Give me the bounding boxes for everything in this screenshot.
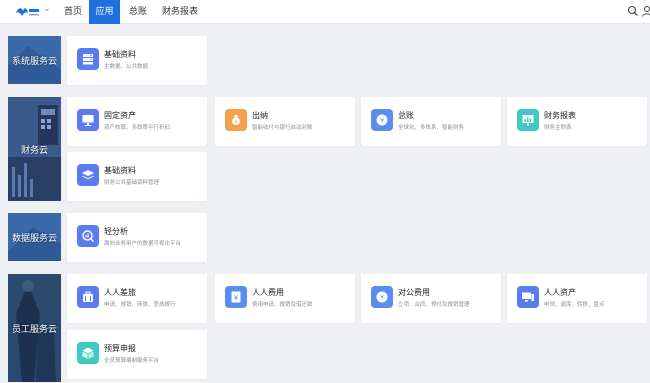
app-card-corporate-expense[interactable]: ¥ 对公费用 立项、合同、预付及报销管理 [361,274,501,323]
card-title: 财务报表 [544,111,576,120]
category-label: 员工服务云 [11,324,57,335]
card-description: 智能收付与银行自动对账 [252,125,313,131]
nav-ledger[interactable]: 总账 [123,0,153,24]
card-description: 全球化、多体系、智能财务 [398,125,465,131]
card-description: 面向业务用户的数据可视化平台 [104,241,182,247]
chart-search-icon [77,225,99,247]
card-description: 费用申请、报销及借还款 [252,302,313,308]
corporate-icon: ¥ [371,286,393,308]
card-title: 人人费用 [252,288,284,297]
app-card-assets[interactable]: 人人资产 申领、退库、转移、盘点 [507,274,647,323]
nav-home[interactable]: 首页 [58,0,88,24]
report-icon [517,109,539,131]
chevron-down-icon[interactable]: ⌄ [43,4,51,14]
screen-icon [517,286,539,308]
card-description: 财务主附表 [544,125,572,131]
nav-reports[interactable]: 财务报表 [156,0,204,24]
card-description: 立项、合同、预付及报销管理 [398,302,470,308]
cube-icon [77,342,99,364]
top-bar: ⌄ 首页 应用 总账 财务报表 [0,0,650,24]
user-icon[interactable] [641,5,650,17]
app-card-light-analysis[interactable]: 轻分析 面向业务用户的数据可视化平台 [67,213,207,262]
app-card-financial-reports[interactable]: 财务报表 财务主附表 [507,97,647,146]
card-title: 固定资产 [104,111,136,120]
yonyou-logo[interactable] [14,5,40,19]
svg-text:¥: ¥ [234,294,239,302]
svg-text:¥: ¥ [380,295,384,302]
yen-icon: ¥ [225,286,247,308]
search-icon[interactable] [627,5,639,17]
app-card-finance-basic-data[interactable]: 基础资料 财务公共基础资料管理 [67,152,207,201]
card-title: 总账 [398,111,414,120]
card-description: 资产核算、多政策平行折旧 [104,125,171,131]
nav-apps[interactable]: 应用 [89,0,120,24]
app-card-budget[interactable]: 预算申报 全员预算编制服务平台 [67,330,207,379]
card-title: 预算申报 [104,344,136,353]
category-label: 系统服务云 [11,56,57,67]
app-card-travel[interactable]: 人人差旅 申请、报销、商旅、差旅报行 [67,274,207,323]
category-system-cloud[interactable]: 系统服务云 [8,36,61,84]
svg-text:¥: ¥ [380,118,384,125]
svg-text:¥: ¥ [234,120,237,126]
card-title: 对公费用 [398,288,430,297]
category-finance-cloud[interactable]: 财务云 [8,97,61,201]
card-description: 全员预算编制服务平台 [104,358,160,364]
card-title: 人人资产 [544,288,576,297]
category-staff-cloud[interactable]: 员工服务云 [8,274,61,382]
card-title: 基础资料 [104,50,136,59]
category-label: 数据服务云 [11,233,57,244]
app-card-cashier[interactable]: ¥ 出纳 智能收付与银行自动对账 [215,97,355,146]
card-description: 申请、报销、商旅、差旅报行 [104,302,176,308]
server-icon [77,48,99,70]
card-description: 主数据、公共数据 [104,64,149,70]
app-card-system-basic-data[interactable]: 基础资料 主数据、公共数据 [67,36,207,85]
ledger-icon: ¥ [371,109,393,131]
category-label: 财务云 [20,145,48,156]
money-bag-icon: ¥ [225,109,247,131]
travel-icon [77,286,99,308]
card-title: 基础资料 [104,166,136,175]
app-card-general-ledger[interactable]: ¥ 总账 全球化、多体系、智能财务 [361,97,501,146]
monitor-icon [77,109,99,131]
card-title: 轻分析 [104,227,128,236]
layers-icon [77,164,99,186]
card-title: 出纳 [252,111,268,120]
card-description: 申领、退库、转移、盘点 [544,302,605,308]
category-data-cloud[interactable]: 数据服务云 [8,213,61,261]
card-title: 人人差旅 [104,288,136,297]
app-card-expense[interactable]: ¥ 人人费用 费用申请、报销及借还款 [215,274,355,323]
card-description: 财务公共基础资料管理 [104,180,160,186]
app-card-fixed-assets[interactable]: 固定资产 资产核算、多政策平行折旧 [67,97,207,146]
